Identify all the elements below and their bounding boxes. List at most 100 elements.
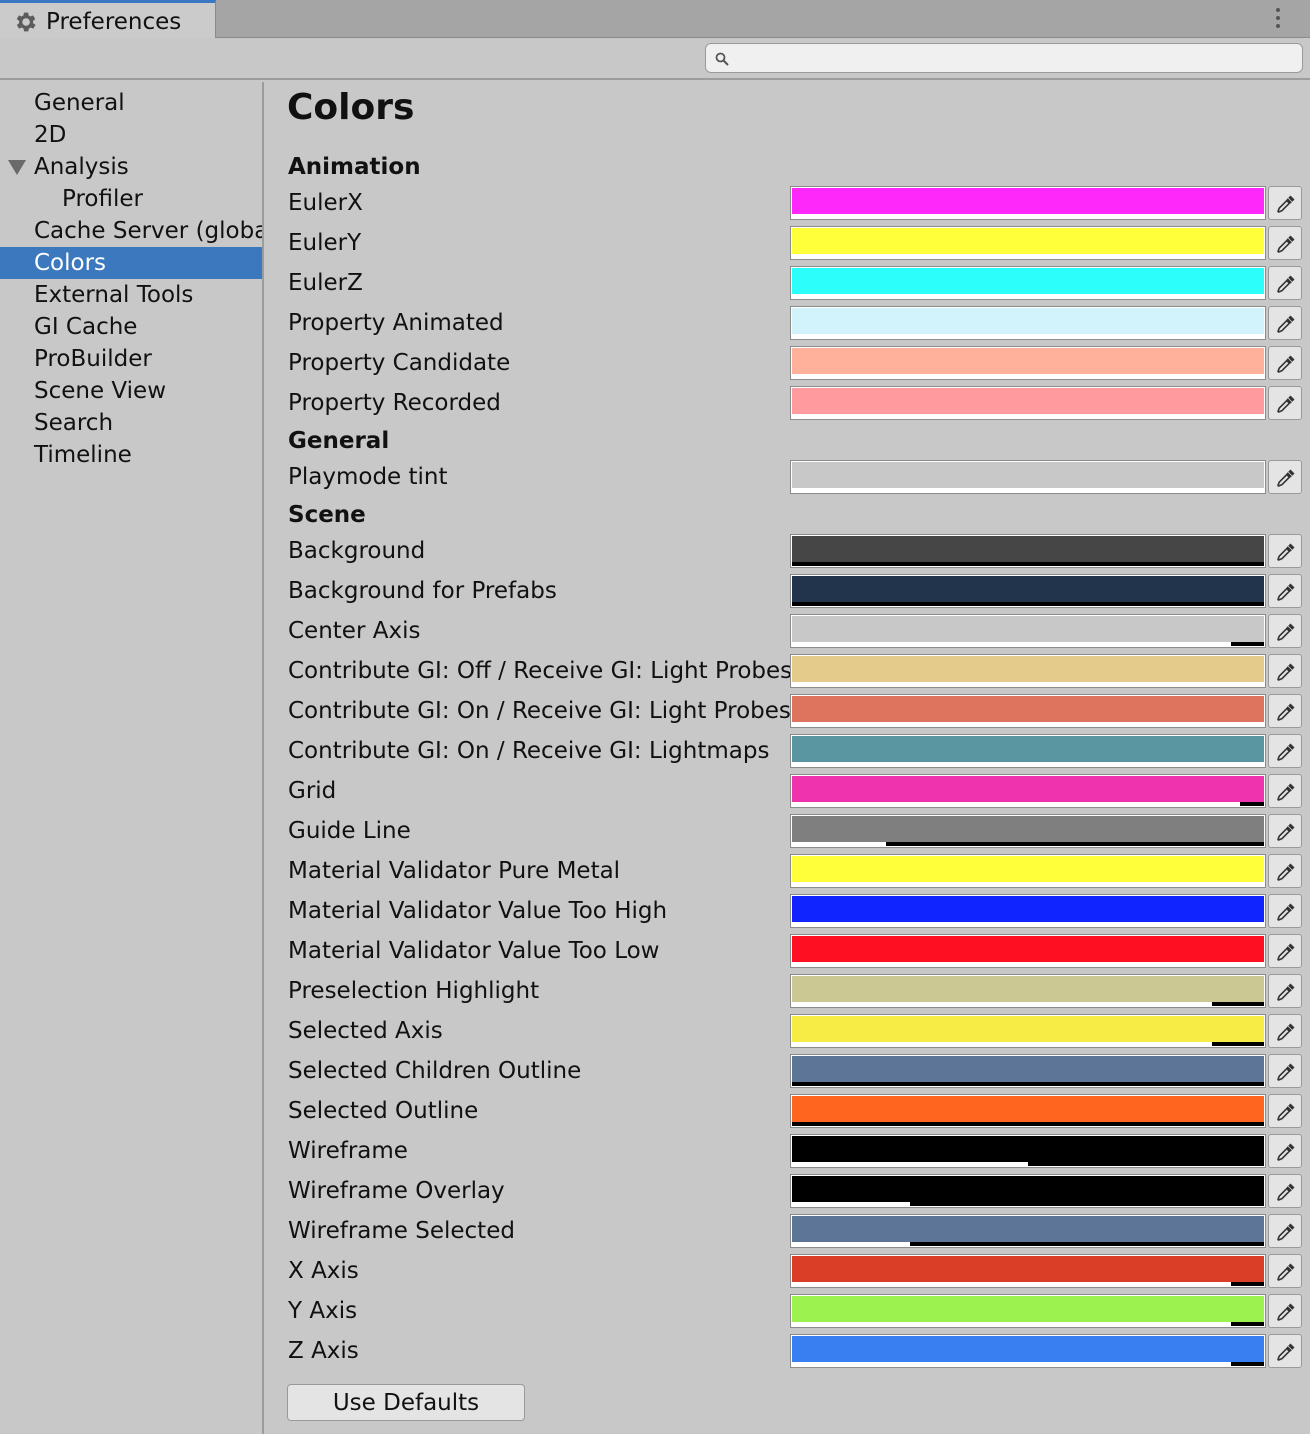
eyedropper-button[interactable] (1268, 974, 1302, 1008)
eyedropper-button[interactable] (1268, 574, 1302, 608)
eyedropper-button[interactable] (1268, 460, 1302, 494)
eyedropper-button[interactable] (1268, 614, 1302, 648)
color-field[interactable] (790, 774, 1266, 808)
sidebar-item-general[interactable]: General (0, 87, 262, 119)
eyedropper-button[interactable] (1268, 894, 1302, 928)
eyedropper-button[interactable] (1268, 694, 1302, 728)
color-field[interactable] (790, 266, 1266, 300)
color-row-material-validator-value-too-high: Material Validator Value Too High (266, 892, 1310, 932)
eyedropper-button[interactable] (1268, 934, 1302, 968)
color-field[interactable] (790, 1334, 1266, 1368)
eyedropper-button[interactable] (1268, 346, 1302, 380)
color-swatch (792, 1216, 1264, 1242)
eyedropper-button[interactable] (1268, 1054, 1302, 1088)
color-field[interactable] (790, 934, 1266, 968)
color-field[interactable] (790, 1214, 1266, 1248)
eyedropper-button[interactable] (1268, 774, 1302, 808)
eyedropper-icon (1277, 275, 1295, 293)
eyedropper-button[interactable] (1268, 814, 1302, 848)
sidebar-item-2d[interactable]: 2D (0, 119, 262, 151)
color-field[interactable] (790, 854, 1266, 888)
color-field[interactable] (790, 226, 1266, 260)
sidebar-item-cache-server-global[interactable]: Cache Server (global) (0, 215, 262, 247)
sidebar-item-label: 2D (34, 122, 67, 148)
color-field[interactable] (790, 1054, 1266, 1088)
color-row-selected-outline: Selected Outline (266, 1092, 1310, 1132)
color-field[interactable] (790, 1094, 1266, 1128)
eyedropper-icon (1277, 783, 1295, 801)
foldout-arrow-icon[interactable] (8, 160, 26, 175)
color-field[interactable] (790, 306, 1266, 340)
color-row-label: Center Axis (288, 618, 421, 644)
color-row-wireframe-overlay: Wireframe Overlay (266, 1172, 1310, 1212)
eyedropper-button[interactable] (1268, 1294, 1302, 1328)
alpha-bar-fill (792, 414, 1264, 418)
eyedropper-icon (1277, 195, 1295, 213)
color-field[interactable] (790, 534, 1266, 568)
eyedropper-button[interactable] (1268, 266, 1302, 300)
color-field[interactable] (790, 386, 1266, 420)
sidebar-item-colors[interactable]: Colors (0, 247, 262, 279)
color-field[interactable] (790, 346, 1266, 380)
color-field[interactable] (790, 894, 1266, 928)
color-field[interactable] (790, 1254, 1266, 1288)
use-defaults-button[interactable]: Use Defaults (287, 1384, 525, 1421)
preferences-tab[interactable]: Preferences (0, 0, 216, 38)
eyedropper-button[interactable] (1268, 1134, 1302, 1168)
alpha-bar-fill (792, 1002, 1213, 1006)
eyedropper-button[interactable] (1268, 306, 1302, 340)
sidebar-item-scene-view[interactable]: Scene View (0, 375, 262, 407)
alpha-bar (792, 922, 1264, 926)
eyedropper-button[interactable] (1268, 1334, 1302, 1368)
eyedropper-button[interactable] (1268, 854, 1302, 888)
alpha-bar-fill (792, 682, 1264, 686)
eyedropper-button[interactable] (1268, 654, 1302, 688)
color-field[interactable] (790, 734, 1266, 768)
eyedropper-button[interactable] (1268, 386, 1302, 420)
color-field[interactable] (790, 574, 1266, 608)
sidebar-item-analysis[interactable]: Analysis (0, 151, 262, 183)
alpha-bar (792, 602, 1264, 606)
eyedropper-button[interactable] (1268, 534, 1302, 568)
sidebar-item-probuilder[interactable]: ProBuilder (0, 343, 262, 375)
search-input[interactable] (736, 46, 1296, 70)
color-field[interactable] (790, 186, 1266, 220)
color-field[interactable] (790, 1174, 1266, 1208)
color-field[interactable] (790, 1294, 1266, 1328)
sidebar-item-gi-cache[interactable]: GI Cache (0, 311, 262, 343)
colors-panel: Colors Animation EulerX EulerY EulerZ Proper… (266, 82, 1310, 1434)
color-field[interactable] (790, 460, 1266, 494)
color-row-property-recorded: Property Recorded (266, 384, 1310, 424)
eyedropper-button[interactable] (1268, 734, 1302, 768)
color-field[interactable] (790, 1134, 1266, 1168)
color-field[interactable] (790, 614, 1266, 648)
eyedropper-button[interactable] (1268, 186, 1302, 220)
color-field[interactable] (790, 814, 1266, 848)
color-field[interactable] (790, 654, 1266, 688)
eyedropper-icon (1277, 623, 1295, 641)
color-row-eulerx: EulerX (266, 184, 1310, 224)
color-row-label: Guide Line (288, 818, 411, 844)
search-field[interactable] (705, 43, 1303, 73)
color-row-label: Property Animated (288, 310, 504, 336)
color-swatch (792, 228, 1264, 254)
color-row-preselection-highlight: Preselection Highlight (266, 972, 1310, 1012)
alpha-bar (792, 294, 1264, 298)
eyedropper-button[interactable] (1268, 1094, 1302, 1128)
eyedropper-button[interactable] (1268, 1014, 1302, 1048)
section-header-general: General (288, 428, 390, 454)
sidebar-item-timeline[interactable]: Timeline (0, 439, 262, 471)
eyedropper-button[interactable] (1268, 1214, 1302, 1248)
color-field[interactable] (790, 1014, 1266, 1048)
search-toolbar (0, 38, 1310, 80)
sidebar-item-search[interactable]: Search (0, 407, 262, 439)
eyedropper-button[interactable] (1268, 1174, 1302, 1208)
eyedropper-button[interactable] (1268, 226, 1302, 260)
eyedropper-icon (1277, 583, 1295, 601)
color-field[interactable] (790, 974, 1266, 1008)
sidebar-item-profiler[interactable]: Profiler (0, 183, 262, 215)
eyedropper-button[interactable] (1268, 1254, 1302, 1288)
sidebar-item-external-tools[interactable]: External Tools (0, 279, 262, 311)
more-options-icon[interactable] (1266, 4, 1290, 32)
color-field[interactable] (790, 694, 1266, 728)
